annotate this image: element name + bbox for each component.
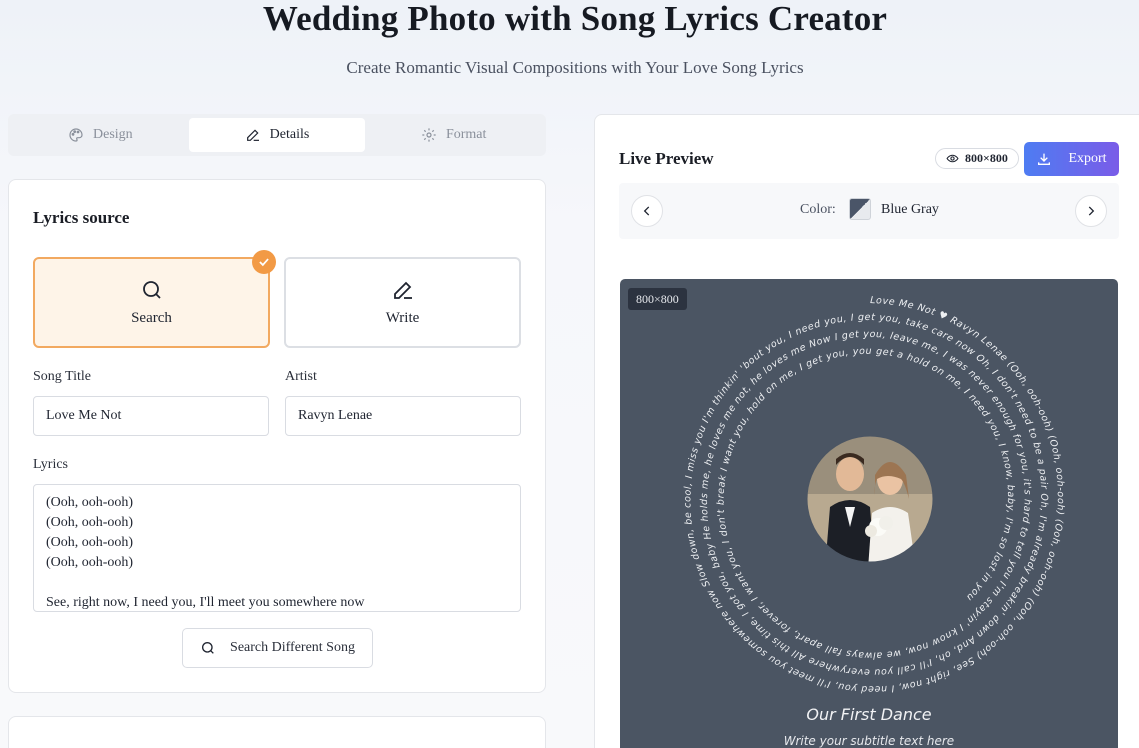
download-icon xyxy=(1036,151,1052,167)
lyrics-spiral: Love Me Not ♥ Ravyn Lenae (Ooh, ooh-ooh)… xyxy=(620,279,1118,699)
tab-design[interactable]: Design xyxy=(12,118,189,152)
size-badge-text: 800×800 xyxy=(965,151,1008,166)
write-source-label: Write xyxy=(386,310,420,327)
pencil-icon xyxy=(245,127,261,143)
lyrics-source-card: Lyrics source Search Write Song Title Ar… xyxy=(8,179,546,693)
lyrics-line: (Ooh, ooh-ooh) xyxy=(46,553,508,573)
export-button[interactable]: Export xyxy=(1024,142,1119,176)
size-badge: 800×800 xyxy=(935,148,1019,169)
next-section-card xyxy=(8,716,546,748)
tab-format-label: Format xyxy=(446,127,486,143)
color-name: Blue Gray xyxy=(881,202,939,218)
couple-photo xyxy=(805,434,935,569)
canvas-subtitle: Write your subtitle text here xyxy=(620,734,1118,748)
next-color-button[interactable] xyxy=(1075,195,1107,227)
lyrics-line: See, right now, I need you, I'll meet yo… xyxy=(46,593,508,612)
artist-label: Artist xyxy=(285,369,317,385)
artist-input[interactable] xyxy=(285,396,521,436)
live-preview-title: Live Preview xyxy=(619,149,714,169)
write-source-option[interactable]: Write xyxy=(284,257,521,348)
eye-icon xyxy=(946,152,959,165)
pencil-icon xyxy=(391,278,415,302)
live-preview-card: Live Preview 800×800 Export Color: Blue … xyxy=(594,114,1139,748)
canvas-title: Our First Dance xyxy=(620,705,1118,724)
gear-icon xyxy=(421,127,437,143)
lyrics-textarea[interactable]: (Ooh, ooh-ooh) (Ooh, ooh-ooh) (Ooh, ooh-… xyxy=(33,484,521,612)
tab-design-label: Design xyxy=(93,127,133,143)
tab-details-label: Details xyxy=(270,127,310,143)
tab-details[interactable]: Details xyxy=(189,118,366,152)
lyrics-line: (Ooh, ooh-ooh) xyxy=(46,513,508,533)
song-title-label: Song Title xyxy=(33,369,91,385)
tab-bar: Design Details Format xyxy=(8,114,546,156)
search-different-song-button[interactable]: Search Different Song xyxy=(182,628,373,668)
canvas-size-badge: 800×800 xyxy=(628,288,687,310)
search-icon xyxy=(200,640,216,656)
lyrics-line: (Ooh, ooh-ooh) xyxy=(46,533,508,553)
search-source-option[interactable]: Search xyxy=(33,257,270,348)
lyrics-line: (Ooh, ooh-ooh) xyxy=(46,493,508,513)
lyrics-label: Lyrics xyxy=(33,457,68,473)
page-title: Wedding Photo with Song Lyrics Creator xyxy=(0,0,1139,38)
chevron-left-icon xyxy=(640,204,654,218)
search-source-label: Search xyxy=(131,310,172,327)
palette-icon xyxy=(68,127,84,143)
color-label: Color: xyxy=(800,202,836,218)
color-selector: Color: Blue Gray xyxy=(619,183,1119,239)
lyrics-line xyxy=(46,573,508,593)
previous-color-button[interactable] xyxy=(631,195,663,227)
selected-check-icon xyxy=(252,250,276,274)
search-different-song-label: Search Different Song xyxy=(230,640,355,656)
color-swatch xyxy=(849,198,871,220)
lyrics-source-title: Lyrics source xyxy=(33,208,129,228)
preview-canvas: Love Me Not ♥ Ravyn Lenae (Ooh, ooh-ooh)… xyxy=(620,279,1118,748)
song-title-input[interactable] xyxy=(33,396,269,436)
tab-format[interactable]: Format xyxy=(365,118,542,152)
export-label: Export xyxy=(1068,151,1106,167)
page-subtitle: Create Romantic Visual Compositions with… xyxy=(0,58,1139,78)
search-icon xyxy=(140,278,164,302)
chevron-right-icon xyxy=(1084,204,1098,218)
